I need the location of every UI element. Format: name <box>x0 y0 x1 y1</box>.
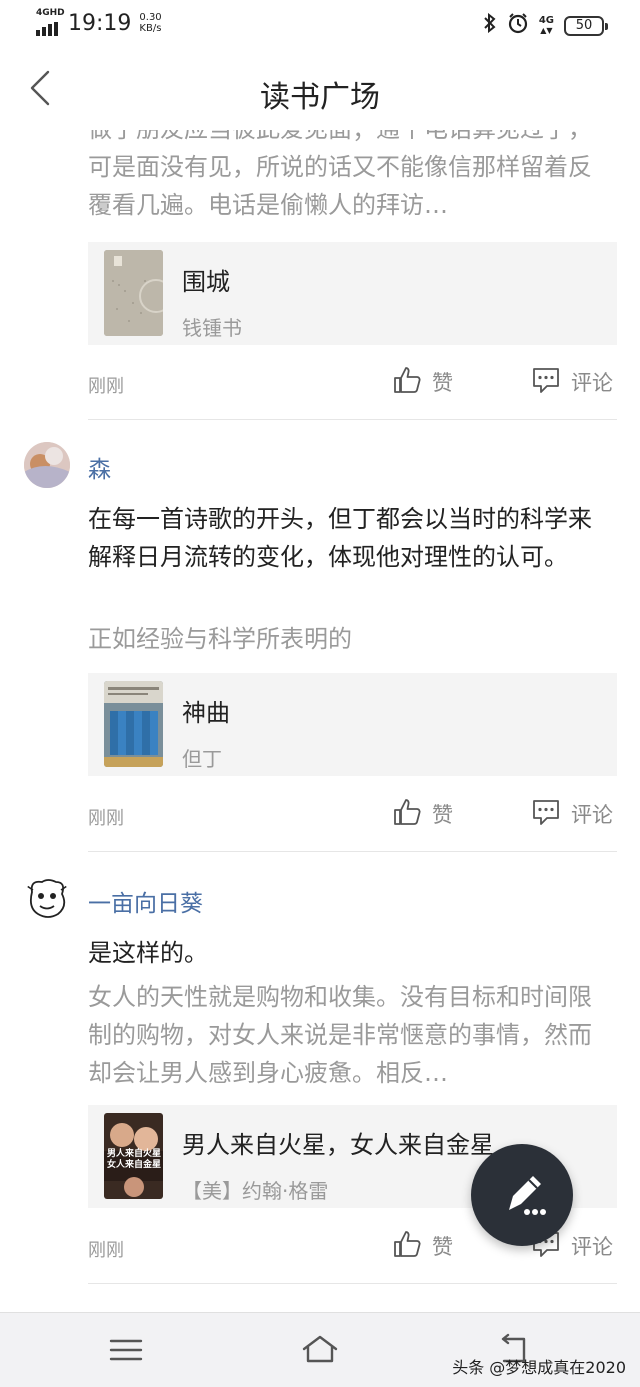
post-time: 刚刚 <box>88 808 124 829</box>
feed[interactable]: 做了朋友应当彼此爱见面；通个电话算见过了，可是面没有见，所说的话又不能像信那样留… <box>0 115 640 1284</box>
thumbs-up-icon <box>392 365 422 399</box>
book-author: 【美】约翰·格雷 <box>182 1179 329 1203</box>
nav-home-button[interactable] <box>300 1333 340 1367</box>
like-label: 赞 <box>432 371 453 395</box>
comment-label: 评论 <box>571 371 613 395</box>
like-button[interactable]: 赞 <box>392 1229 453 1263</box>
comment-button[interactable]: 评论 <box>531 797 613 831</box>
network-speed: 0.30 KB/s <box>139 12 161 34</box>
alarm-icon <box>507 12 529 39</box>
comment-button[interactable]: 评论 <box>531 365 613 399</box>
screen: 4GHD 19:19 0.30 KB/s 4G ▲▼ 50 可是面没有见，所说的… <box>0 0 640 1387</box>
book-card[interactable]: 神曲 但丁 <box>88 673 617 776</box>
comment-bubble-icon <box>531 365 561 399</box>
menu-icon <box>109 1339 143 1361</box>
page-title: 读书广场 <box>260 80 380 115</box>
home-icon <box>302 1335 338 1363</box>
thumbs-up-icon <box>392 797 422 831</box>
post: 做了朋友应当彼此爱见面；通个电话算见过了，可是面没有见，所说的话又不能像信那样留… <box>0 115 640 420</box>
like-button[interactable]: 赞 <box>392 365 453 399</box>
book-title: 围城 <box>182 268 230 296</box>
bluetooth-icon <box>483 12 497 38</box>
post-time: 刚刚 <box>88 1240 124 1261</box>
comment-label: 评论 <box>571 803 613 827</box>
post-username[interactable]: 森 <box>88 450 111 484</box>
watermark: 头条 @梦想成真在2020 <box>452 1358 626 1377</box>
book-title: 神曲 <box>182 699 230 727</box>
book-cover <box>104 250 163 336</box>
book-cover <box>104 681 163 767</box>
status-bar: 4GHD 19:19 0.30 KB/s 4G ▲▼ 50 <box>0 0 640 50</box>
status-right: 4G ▲▼ 50 <box>483 12 608 39</box>
title-bar: 读书广场 <box>0 50 640 130</box>
signal-icon: 4GHD <box>36 8 65 36</box>
post-text: 是这样的。 <box>88 939 208 967</box>
mobile-data-label: 4G <box>538 14 554 26</box>
nav-menu-button[interactable] <box>106 1333 146 1367</box>
comment-label: 评论 <box>571 1235 613 1259</box>
speed-value: 0.30 <box>139 12 162 23</box>
avatar[interactable] <box>24 876 70 922</box>
book-cover: 男人来自火星女人来自金星 <box>104 1113 163 1199</box>
status-left: 4GHD 19:19 0.30 KB/s <box>36 8 162 36</box>
like-label: 赞 <box>432 1235 453 1259</box>
post-time: 刚刚 <box>88 376 124 397</box>
book-title: 男人来自火星，女人来自金星 <box>182 1131 494 1159</box>
status-time: 19:19 <box>68 10 132 36</box>
post-quote: 女人的天性就是购物和收集。没有目标和时间限制的购物，对女人来说是非常惬意的事情，… <box>88 983 592 1087</box>
like-button[interactable]: 赞 <box>392 797 453 831</box>
post-quote: 正如经验与科学所表明的 <box>88 625 352 653</box>
book-card[interactable]: 围城 钱锺书 <box>88 242 617 345</box>
like-label: 赞 <box>432 803 453 827</box>
book-cover-text: 男人来自火星女人来自金星 <box>107 1149 162 1170</box>
book-author: 钱锺书 <box>182 316 242 340</box>
network-type: 4GHD <box>36 8 65 18</box>
book-author: 但丁 <box>182 747 222 771</box>
comment-bubble-icon <box>531 797 561 831</box>
thumbs-up-icon <box>392 1229 422 1263</box>
speed-unit: KB/s <box>139 23 162 34</box>
mobile-data-indicator: 4G ▲▼ <box>538 14 554 35</box>
post: 森 在每一首诗歌的开头，但丁都会以当时的科学来解释日月流转的变化，体现他对理性的… <box>0 420 640 852</box>
pen-icon <box>509 1176 546 1215</box>
post-text: 在每一首诗歌的开头，但丁都会以当时的科学来解释日月流转的变化，体现他对理性的认可… <box>88 505 592 571</box>
battery-icon: 50 <box>564 15 608 36</box>
avatar[interactable] <box>24 442 70 488</box>
post-divider <box>88 1283 617 1284</box>
post-username[interactable]: 一亩向日葵 <box>88 884 203 918</box>
compose-button[interactable] <box>471 1144 573 1246</box>
